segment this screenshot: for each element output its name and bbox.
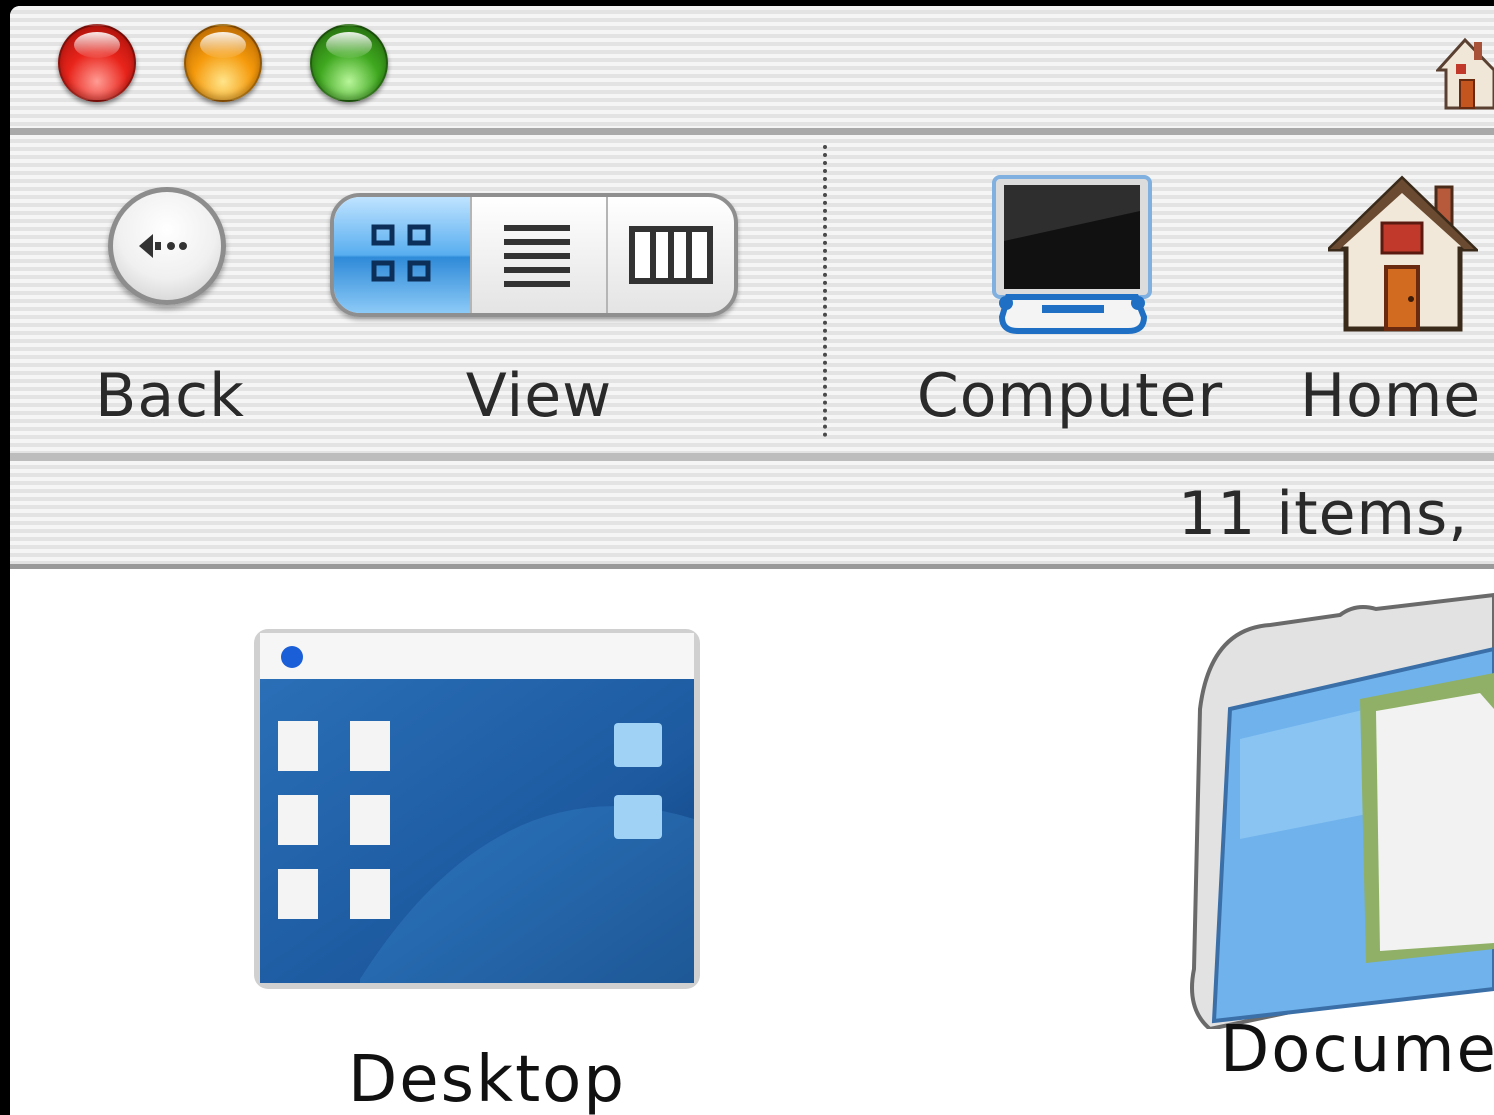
file-browser: Desktop Documer	[10, 569, 1494, 1115]
close-button[interactable]	[58, 24, 136, 102]
back-item[interactable]: Back	[90, 135, 250, 453]
toolbar-divider	[10, 453, 1494, 461]
title-bar[interactable]	[10, 6, 1494, 128]
desktop-folder-icon	[254, 629, 700, 989]
view-item: View	[330, 135, 738, 453]
toolbar-separator	[823, 145, 827, 437]
status-bar: 11 items,	[10, 461, 1494, 564]
column-view-icon	[629, 226, 713, 284]
zoom-button[interactable]	[310, 24, 388, 102]
back-button[interactable]	[108, 187, 226, 305]
home-icon	[1328, 175, 1478, 332]
minimize-button[interactable]	[184, 24, 262, 102]
back-label: Back	[95, 361, 245, 431]
file-item-desktop[interactable]: Desktop	[240, 619, 720, 1115]
icon-view-icon	[371, 224, 431, 282]
file-label-desktop: Desktop	[348, 1043, 626, 1115]
titlebar-divider	[10, 128, 1494, 135]
back-arrow-icon	[139, 234, 187, 258]
home-icon	[1436, 37, 1494, 110]
toolbar: Back View Computer Home	[10, 135, 1494, 453]
icon-view-button[interactable]	[334, 197, 470, 313]
file-label-documents: Documer	[1220, 1013, 1494, 1087]
view-segmented-control[interactable]	[330, 193, 738, 317]
item-count-text: 11 items,	[1178, 479, 1469, 549]
list-view-icon	[504, 225, 570, 287]
computer-label: Computer	[916, 361, 1224, 431]
list-view-button[interactable]	[470, 197, 608, 313]
documents-folder-icon	[1190, 592, 1494, 1029]
computer-icon	[992, 175, 1152, 334]
home-item[interactable]: Home	[1300, 135, 1494, 453]
computer-item[interactable]: Computer	[900, 135, 1240, 453]
finder-window: Back View Computer Home 11 items, Deskto…	[10, 6, 1494, 1115]
home-label: Home	[1300, 361, 1482, 431]
view-label: View	[465, 361, 613, 431]
column-view-button[interactable]	[606, 197, 734, 313]
file-item-documents[interactable]: Documer	[1180, 589, 1494, 1115]
